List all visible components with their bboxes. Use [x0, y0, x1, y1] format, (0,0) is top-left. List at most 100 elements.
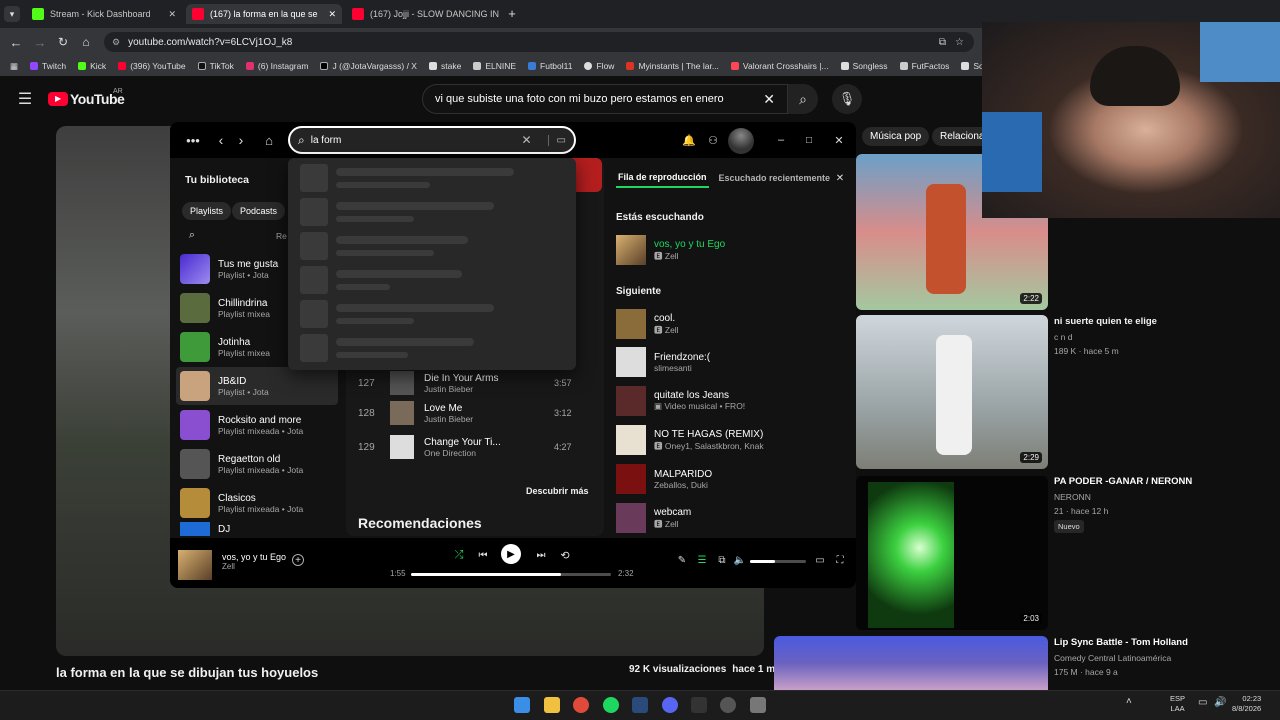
url-field[interactable]: ⚙ youtube.com/watch?v=6LCVj1OJ_k8 ⧉ ☆ [104, 32, 974, 52]
queue-item[interactable]: cool. 🅴 Zell [616, 306, 679, 342]
queue-item[interactable]: quitate los Jeans ▣ Video musical • FRO! [616, 383, 745, 419]
new-tab-button[interactable]: + [505, 6, 519, 21]
clear-search-icon[interactable]: ✕ [763, 91, 775, 108]
bookmark-futbol11[interactable]: Futbol11 [522, 61, 578, 71]
star-icon[interactable]: ☆ [955, 37, 964, 48]
discord-icon[interactable] [662, 697, 678, 713]
browser-tab[interactable]: (167) Jojji - SLOW DANCING IN ✕ [346, 4, 502, 24]
library-title[interactable]: Tu biblioteca [185, 174, 249, 186]
browser-tab-active[interactable]: (167) la forma en la que se ✕ [186, 4, 342, 24]
forward-icon[interactable]: → [32, 34, 48, 50]
avatar[interactable] [728, 128, 754, 154]
search-button[interactable]: ⌕ [788, 84, 818, 114]
library-item[interactable]: Rocksito and more Playlist mixeada • Jota [180, 406, 340, 444]
side-video-thumbnail[interactable] [774, 636, 1048, 690]
queue-icon[interactable]: ☰ [696, 554, 708, 566]
language-indicator[interactable]: ESP LAA [1170, 694, 1185, 714]
next-icon[interactable]: ⏭ [534, 548, 548, 562]
bookmark-twitch[interactable]: Twitch [24, 61, 72, 71]
bookmark-kick[interactable]: Kick [72, 61, 112, 71]
clock[interactable]: 02:23 8/8/2026 [1232, 694, 1261, 714]
menu-icon[interactable]: ☰ [16, 90, 34, 108]
browser-tab[interactable]: Stream - Kick Dashboard ✕ [26, 4, 182, 24]
devices-icon[interactable]: ⧉ [716, 554, 728, 566]
side-video-info[interactable]: PA PODER -GANAR / NERONN NERONN 21 · hac… [1054, 476, 1234, 533]
recents-sort[interactable]: Re [276, 231, 287, 241]
youtube-search-input[interactable]: vi que subiste una foto con mi buzo pero… [422, 84, 788, 114]
home-icon[interactable]: ⌂ [78, 34, 94, 50]
queue-item[interactable]: NO TE HAGAS (REMIX) 🅴 Oney1, Salastkbron,… [616, 422, 764, 458]
home-icon[interactable]: ⌂ [258, 129, 280, 151]
volume-tray-icon[interactable]: 🔊 [1214, 697, 1226, 708]
file-explorer-icon[interactable] [544, 697, 560, 713]
start-icon[interactable] [514, 697, 530, 713]
bookmark-valorant[interactable]: Valorant Crosshairs |... [725, 61, 835, 71]
progress-bar[interactable] [411, 573, 611, 576]
chrome-icon[interactable] [573, 697, 589, 713]
volume-slider[interactable] [750, 560, 806, 563]
bookmark-elnine[interactable]: ELNINE [467, 61, 522, 71]
library-item[interactable]: Regaetton old Playlist mixeada • Jota [180, 445, 340, 483]
bookmark-flow[interactable]: Flow [578, 61, 620, 71]
track-row[interactable]: 128 Love Me Justin Bieber 3:12 [358, 395, 584, 431]
bell-icon[interactable]: 🔔 [682, 132, 696, 148]
previous-icon[interactable]: ⏮ [476, 548, 490, 562]
spotify-icon[interactable] [603, 697, 619, 713]
install-icon[interactable]: ⧉ [939, 37, 946, 48]
maximize-icon[interactable]: □ [804, 132, 814, 148]
close-icon[interactable]: ✕ [168, 9, 176, 20]
fullscreen-icon[interactable]: ⛶ [834, 554, 846, 566]
forward-icon[interactable]: › [234, 130, 248, 150]
tray-chevron-icon[interactable]: ˄ [1126, 696, 1132, 707]
obs-icon[interactable] [720, 697, 736, 713]
bookmark-myinstants[interactable]: Myinstants | The lar... [620, 61, 724, 71]
clear-search-icon[interactable]: ✕ [521, 133, 531, 147]
play-button[interactable]: ▶ [501, 544, 521, 564]
bookmark-x[interactable]: J (@JotaVargasss) / X [314, 61, 423, 71]
library-item[interactable]: DJ [180, 522, 340, 536]
queue-item[interactable]: webcam 🅴 Zell [616, 500, 691, 536]
bookmark-youtube[interactable]: (396) YouTube [112, 61, 191, 71]
filter-podcasts[interactable]: Podcasts [232, 202, 286, 220]
volume-icon[interactable]: 🔈 [734, 554, 746, 566]
discover-more-link[interactable]: Descubrir más [526, 486, 589, 496]
side-video-thumbnail[interactable]: 2:29 [856, 315, 1048, 469]
browse-icon[interactable]: ▭ [547, 134, 574, 146]
bookmark-tiktok[interactable]: TikTok [192, 61, 240, 71]
spotify-search-input[interactable]: ⌕ la form ✕ ▭ [288, 126, 576, 154]
back-icon[interactable]: ‹ [214, 130, 228, 150]
tab-recent[interactable]: Escuchado recientemente [719, 173, 831, 183]
microphone-icon[interactable]: ✎ [676, 554, 688, 566]
back-icon[interactable]: ← [8, 34, 24, 50]
friends-icon[interactable]: ⚇ [706, 132, 720, 148]
close-icon[interactable]: ✕ [834, 132, 844, 148]
queue-item[interactable]: MALPARIDO Zeballos, Duki [616, 461, 712, 497]
mic-icon[interactable]: 🎙 [832, 84, 862, 114]
settings-icon[interactable] [750, 697, 766, 713]
filter-playlists[interactable]: Playlists [182, 202, 232, 220]
bookmark-stake[interactable]: stake [423, 61, 467, 71]
side-video-thumbnail[interactable]: 2:03 [856, 476, 1048, 630]
add-to-library-icon[interactable]: + [292, 554, 304, 566]
bookmark-futfactos[interactable]: FutFactos [894, 61, 956, 71]
apps-icon[interactable]: ▦ [4, 61, 24, 72]
epic-games-icon[interactable] [691, 697, 707, 713]
miniplayer-icon[interactable]: ▭ [814, 554, 826, 566]
queue-item[interactable]: Friendzone:(slimesanti [616, 344, 710, 380]
now-playing-item[interactable]: vos, yo y tu Ego 🅴 Zell [616, 232, 725, 268]
library-item[interactable]: Clasicos Playlist mixeada • Jota [180, 484, 340, 522]
close-icon[interactable]: ✕ [328, 9, 336, 20]
steam-icon[interactable] [632, 697, 648, 713]
library-item-selected[interactable]: JB&ID Playlist • Jota [176, 367, 338, 405]
bookmark-instagram[interactable]: (6) Instagram [240, 61, 315, 71]
search-icon[interactable]: ⌕ [186, 228, 198, 242]
network-icon[interactable]: ▭ [1198, 697, 1207, 708]
side-video-info[interactable]: Lip Sync Battle - Tom Holland Comedy Cen… [1054, 637, 1234, 677]
reload-icon[interactable]: ↻ [55, 34, 71, 50]
tab-list-icon[interactable]: ▾ [4, 6, 20, 22]
player-cover[interactable] [178, 550, 212, 580]
bookmark-songless[interactable]: Songless [835, 61, 894, 71]
youtube-logo-icon[interactable]: ▶ [48, 92, 68, 106]
repeat-icon[interactable]: ⟲ [558, 548, 572, 562]
track-row[interactable]: 129 Change Your Ti... One Direction 4:27 [358, 429, 584, 465]
